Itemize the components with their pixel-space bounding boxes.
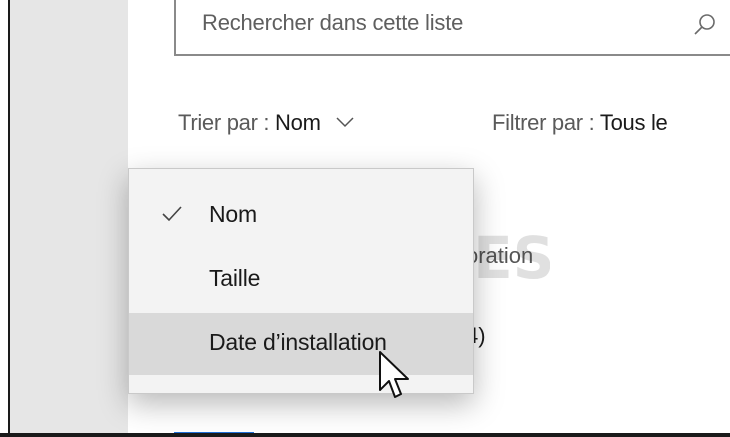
menu-item-date-installation[interactable]: Date d’installation	[129, 313, 473, 375]
sort-menu: Nom Taille Date d’installation	[128, 168, 474, 394]
menu-item-nom[interactable]: Nom	[129, 185, 473, 247]
sort-value: Nom	[275, 110, 321, 135]
filter-value: Tous le	[599, 110, 668, 135]
filter-label: Filtrer par :	[492, 110, 595, 135]
sort-dropdown[interactable]: Trier par : Nom	[178, 110, 354, 136]
checkmark-icon	[162, 206, 182, 222]
sort-label: Trier par :	[178, 110, 270, 135]
filter-dropdown[interactable]: Filtrer par : Tous le	[492, 110, 668, 136]
chevron-down-icon	[336, 117, 354, 128]
sidebar	[10, 0, 128, 433]
mouse-cursor-icon	[379, 351, 409, 398]
search-placeholder: Rechercher dans cette liste	[202, 10, 464, 35]
menu-item-label: Nom	[209, 201, 257, 227]
window-bottom-edge	[0, 433, 730, 437]
menu-item-taille[interactable]: Taille	[129, 249, 473, 311]
menu-item-label: Taille	[209, 265, 261, 291]
menu-item-label: Date d’installation	[209, 329, 387, 355]
search-icon[interactable]	[692, 12, 718, 38]
background-text-1: oration	[466, 243, 534, 268]
window-left-edge	[0, 0, 10, 437]
search-input[interactable]: Rechercher dans cette liste	[174, 0, 730, 56]
